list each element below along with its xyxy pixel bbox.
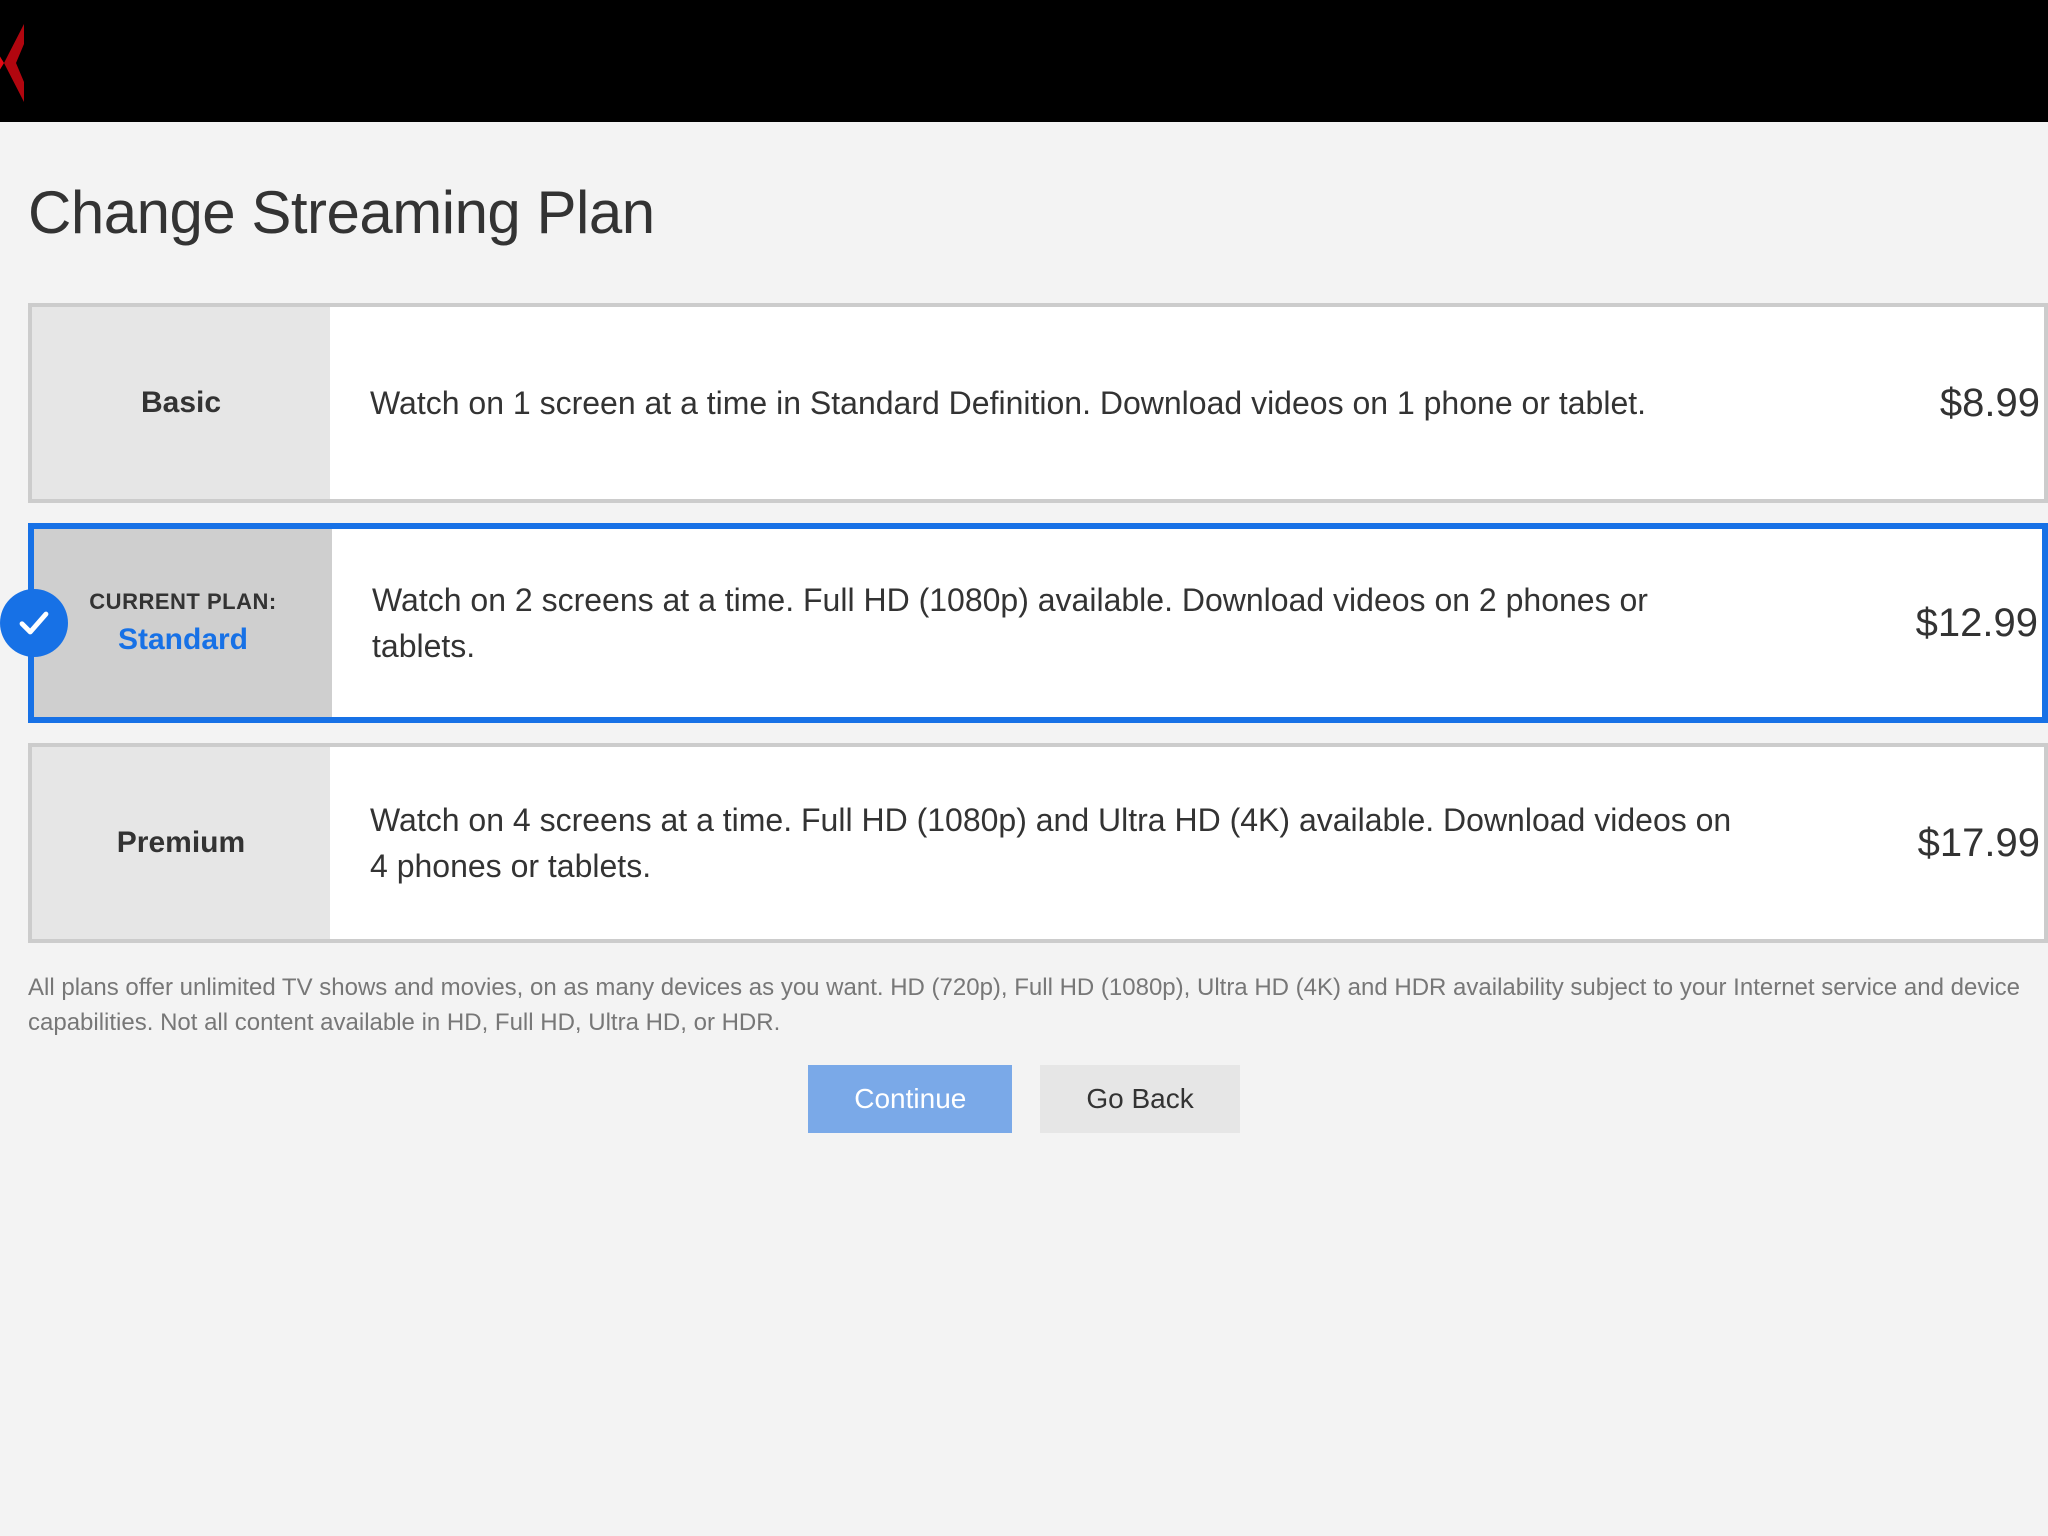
plan-desc-cell: Watch on 1 screen at a time in Standard … [330, 307, 1874, 499]
main-content: Change Streaming Plan Basic Watch on 1 s… [0, 122, 2048, 1133]
header-bar [0, 0, 2048, 122]
page-title: Change Streaming Plan [28, 178, 2048, 247]
plan-name: Standard [118, 623, 248, 657]
disclaimer-text: All plans offer unlimited TV shows and m… [28, 971, 2048, 1041]
plan-row-standard[interactable]: CURRENT PLAN: Standard Watch on 2 screen… [28, 523, 2048, 723]
plan-name: Basic [141, 386, 221, 420]
plan-row-basic[interactable]: Basic Watch on 1 screen at a time in Sta… [28, 303, 2048, 503]
current-plan-label: CURRENT PLAN: [89, 589, 276, 615]
go-back-button[interactable]: Go Back [1040, 1065, 1239, 1133]
plan-row-premium[interactable]: Premium Watch on 4 screens at a time. Fu… [28, 743, 2048, 943]
plan-price: $17.99 [1874, 747, 2044, 939]
button-row: Continue Go Back [28, 1065, 2048, 1133]
plan-desc-cell: Watch on 4 screens at a time. Full HD (1… [330, 747, 1874, 939]
plan-name-cell: Basic [32, 307, 330, 499]
plan-price: $8.99 [1874, 307, 2044, 499]
continue-button[interactable]: Continue [808, 1065, 1012, 1133]
brand-logo-fragment [0, 24, 24, 102]
plan-name-cell: CURRENT PLAN: Standard [34, 529, 332, 717]
plan-description: Watch on 2 screens at a time. Full HD (1… [372, 577, 1742, 670]
plan-price: $12.99 [1872, 529, 2042, 717]
plan-desc-cell: Watch on 2 screens at a time. Full HD (1… [332, 529, 1872, 717]
plan-name: Premium [117, 826, 245, 860]
check-icon [0, 589, 68, 657]
plan-name-cell: Premium [32, 747, 330, 939]
plan-description: Watch on 1 screen at a time in Standard … [370, 380, 1646, 426]
plan-description: Watch on 4 screens at a time. Full HD (1… [370, 797, 1740, 890]
plan-list: Basic Watch on 1 screen at a time in Sta… [28, 303, 2048, 943]
